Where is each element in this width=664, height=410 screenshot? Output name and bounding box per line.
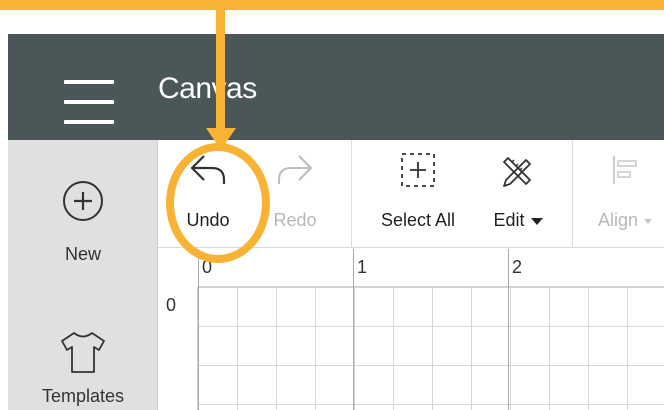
grid-major-line <box>508 249 509 410</box>
edit-dropdown[interactable]: Edit <box>480 140 556 248</box>
chevron-down-icon <box>644 218 653 224</box>
annotation-top-bar <box>0 0 664 10</box>
canvas-grid[interactable] <box>198 287 664 410</box>
select-all-icon <box>401 153 435 187</box>
select-all-label: Select All <box>380 210 456 230</box>
ruler-label: 0 <box>166 295 177 315</box>
chevron-down-icon <box>530 217 543 225</box>
annotation-highlight-circle <box>166 143 270 263</box>
align-icon <box>613 156 637 184</box>
grid-major-line <box>353 249 354 410</box>
sidebar-item-templates[interactable]: Templates <box>8 330 158 407</box>
grid-major-line <box>198 249 199 410</box>
select-all-button[interactable]: Select All <box>366 140 470 248</box>
align-dropdown[interactable]: Align <box>586 140 664 248</box>
toolbar-divider <box>572 140 573 248</box>
hamburger-line <box>64 100 114 104</box>
pencil-ruler-icon <box>503 157 531 187</box>
app-header: Canvas <box>8 34 664 140</box>
toolbar-divider <box>351 140 352 248</box>
tshirt-icon <box>61 332 105 373</box>
sidebar: New Templates <box>8 140 158 410</box>
edit-label: Edit <box>493 210 525 230</box>
horizontal-ruler: 0 1 2 <box>198 249 664 287</box>
hamburger-icon[interactable] <box>60 80 118 126</box>
annotation-gap <box>0 10 664 34</box>
edit-dropdown-label: Edit <box>480 210 556 231</box>
align-dropdown-label: Align <box>586 210 664 231</box>
redo-arrow-icon <box>278 155 312 184</box>
plus-circle-icon <box>63 181 103 221</box>
annotation-arrow-shaft <box>216 6 225 136</box>
hamburger-line <box>64 80 114 84</box>
ruler-label: 1 <box>357 257 368 277</box>
page-title: Canvas <box>158 72 257 105</box>
sidebar-item-label: New <box>64 244 101 264</box>
hamburger-line <box>64 120 114 124</box>
ruler-label: 2 <box>512 257 523 277</box>
vertical-ruler: 0 <box>158 287 198 410</box>
sidebar-item-label: Templates <box>41 386 125 406</box>
align-label: Align <box>597 210 639 230</box>
sidebar-item-new[interactable]: New <box>8 180 158 265</box>
